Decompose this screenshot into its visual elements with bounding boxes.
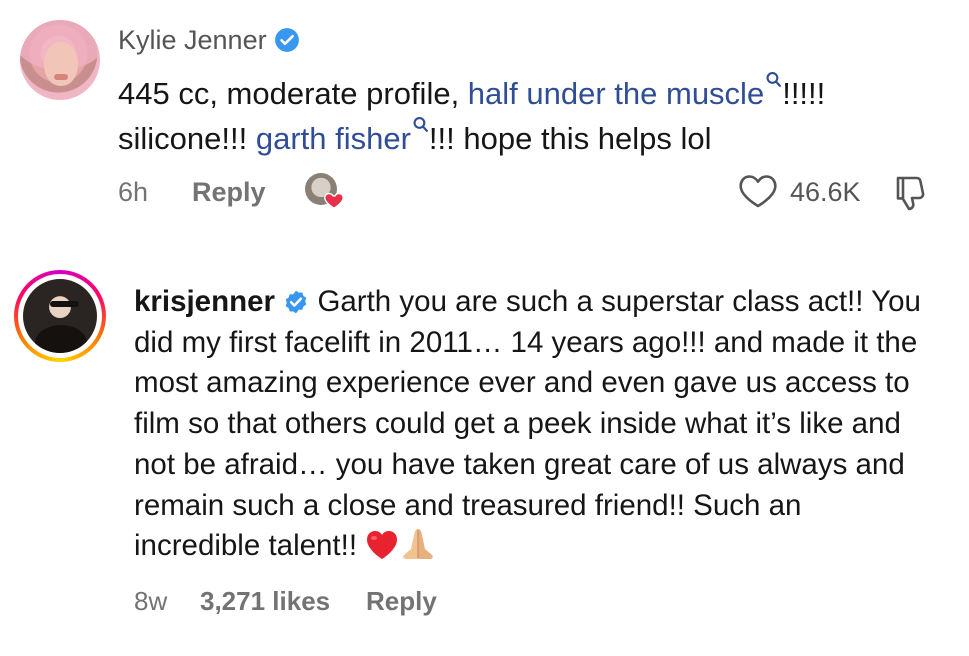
comment-author[interactable]: Kylie Jenner (118, 24, 300, 56)
avatar-sunglasses (59, 301, 79, 307)
search-suggestion-link[interactable]: half under the muscle (468, 76, 764, 111)
thumbs-down-icon[interactable] (890, 170, 934, 214)
comment-text-segment: 445 cc, moderate profile, (118, 76, 468, 111)
search-suggestion-link[interactable]: garth fisher (256, 121, 411, 156)
username[interactable]: krisjenner (134, 285, 275, 318)
comment-text-segment: !!! hope this helps lol (428, 121, 712, 156)
reply-button[interactable]: Reply (366, 585, 437, 617)
comment-text: 445 cc, moderate profile, half under the… (118, 71, 958, 161)
verified-badge-icon (275, 28, 300, 52)
reply-button[interactable]: Reply (192, 176, 266, 208)
comment-timestamp: 6h (118, 177, 149, 207)
avatar-with-story-ring[interactable] (14, 270, 106, 362)
avatar (23, 279, 97, 353)
like-count: 46.6K (790, 177, 861, 207)
comment-timestamp: 8w (134, 586, 168, 616)
search-icon[interactable] (765, 71, 782, 88)
comment-body: Garth you are such a superstar class act… (134, 285, 921, 563)
folded-hands-emoji (403, 529, 434, 560)
creator-liked-indicator (303, 171, 344, 211)
comment-text: krisjenner Garth you are such a supersta… (134, 282, 934, 567)
verified-badge-icon (285, 290, 307, 314)
creator-liked-heart-icon (324, 192, 344, 210)
likes-count[interactable]: 3,271 likes (200, 585, 330, 617)
search-icon[interactable] (412, 116, 429, 133)
heart-outline-icon[interactable] (738, 172, 778, 210)
avatar-lips (54, 74, 68, 80)
red-heart-emoji (367, 531, 398, 560)
avatar-shoulders (35, 325, 87, 353)
avatar[interactable] (20, 20, 100, 100)
username[interactable]: Kylie Jenner (118, 25, 267, 55)
